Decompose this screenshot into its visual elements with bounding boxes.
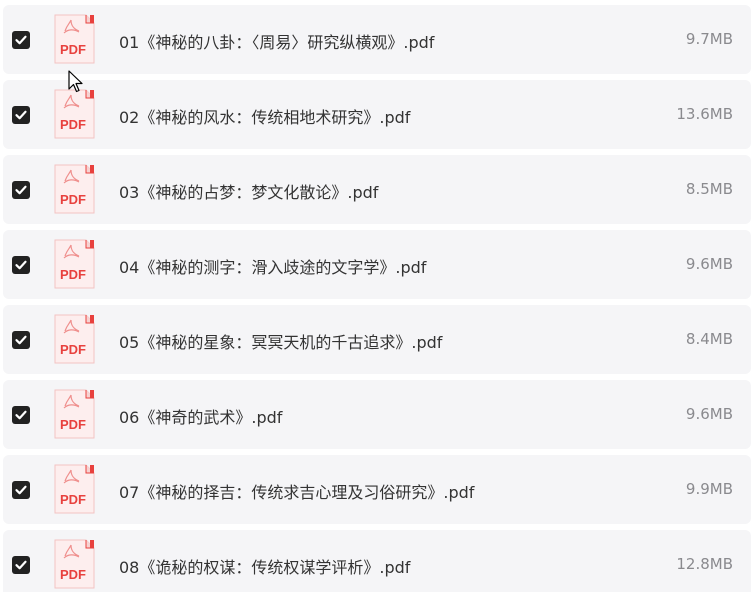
pdf-icon: PDF <box>54 314 95 364</box>
pdf-icon-label: PDF <box>60 417 86 432</box>
file-checkbox[interactable] <box>12 31 30 49</box>
file-row[interactable]: PDF 03《神秘的占梦：梦文化散论》.pdf 8.5MB <box>3 155 751 224</box>
file-name: 06《神奇的武术》.pdf <box>119 408 283 427</box>
pdf-icon-label: PDF <box>60 342 86 357</box>
pdf-icon: PDF <box>54 164 95 214</box>
pdf-icon: PDF <box>54 89 95 139</box>
pdf-icon: PDF <box>54 389 95 439</box>
file-name: 08《诡秘的权谋：传统权谋学评析》.pdf <box>119 558 411 577</box>
pdf-icon-label: PDF <box>60 567 86 582</box>
checkmark-icon <box>15 560 27 570</box>
file-name: 02《神秘的风水：传统相地术研究》.pdf <box>119 108 411 127</box>
file-row[interactable]: PDF 05《神秘的星象：冥冥天机的千古追求》.pdf 8.4MB <box>3 305 751 374</box>
file-row[interactable]: PDF 07《神秘的择吉：传统求吉心理及习俗研究》.pdf 9.9MB <box>3 455 751 524</box>
file-name: 04《神秘的测字：滑入歧途的文字学》.pdf <box>119 258 427 277</box>
file-size: 9.6MB <box>685 255 733 273</box>
file-name: 05《神秘的星象：冥冥天机的千古追求》.pdf <box>119 333 443 352</box>
pdf-icon: PDF <box>54 539 95 589</box>
file-name: 03《神秘的占梦：梦文化散论》.pdf <box>119 183 379 202</box>
file-checkbox[interactable] <box>12 331 30 349</box>
file-checkbox[interactable] <box>12 556 30 574</box>
file-checkbox[interactable] <box>12 106 30 124</box>
pdf-icon-label: PDF <box>60 42 86 57</box>
file-size: 9.7MB <box>685 30 733 48</box>
checkmark-icon <box>15 410 27 420</box>
pdf-icon: PDF <box>54 464 95 514</box>
pdf-icon-label: PDF <box>60 192 86 207</box>
file-size: 9.9MB <box>685 480 733 498</box>
file-checkbox[interactable] <box>12 481 30 499</box>
file-row[interactable]: PDF 01《神秘的八卦：〈周易〉研究纵横观》.pdf 9.7MB <box>3 5 751 74</box>
file-row[interactable]: PDF 04《神秘的测字：滑入歧途的文字学》.pdf 9.6MB <box>3 230 751 299</box>
pdf-icon-label: PDF <box>60 117 86 132</box>
file-checkbox[interactable] <box>12 181 30 199</box>
checkmark-icon <box>15 110 27 120</box>
checkmark-icon <box>15 335 27 345</box>
pdf-icon-label: PDF <box>60 492 86 507</box>
checkmark-icon <box>15 35 27 45</box>
file-size: 9.6MB <box>685 405 733 423</box>
file-row[interactable]: PDF 06《神奇的武术》.pdf 9.6MB <box>3 380 751 449</box>
file-name: 07《神秘的择吉：传统求吉心理及习俗研究》.pdf <box>119 483 475 502</box>
file-checkbox[interactable] <box>12 256 30 274</box>
pdf-icon: PDF <box>54 239 95 289</box>
checkmark-icon <box>15 260 27 270</box>
file-checkbox[interactable] <box>12 406 30 424</box>
checkmark-icon <box>15 185 27 195</box>
file-size: 8.5MB <box>685 180 733 198</box>
file-size: 8.4MB <box>685 330 733 348</box>
file-size: 12.8MB <box>676 555 733 573</box>
file-row[interactable]: PDF 02《神秘的风水：传统相地术研究》.pdf 13.6MB <box>3 80 751 149</box>
file-size: 13.6MB <box>676 105 733 123</box>
file-row[interactable]: PDF 08《诡秘的权谋：传统权谋学评析》.pdf 12.8MB <box>3 530 751 592</box>
checkmark-icon <box>15 485 27 495</box>
file-list: PDF 01《神秘的八卦：〈周易〉研究纵横观》.pdf 9.7MB PDF 02《神秘的… <box>0 0 751 592</box>
pdf-icon: PDF <box>54 14 95 64</box>
pdf-icon-label: PDF <box>60 267 86 282</box>
file-name: 01《神秘的八卦：〈周易〉研究纵横观》.pdf <box>119 33 435 52</box>
